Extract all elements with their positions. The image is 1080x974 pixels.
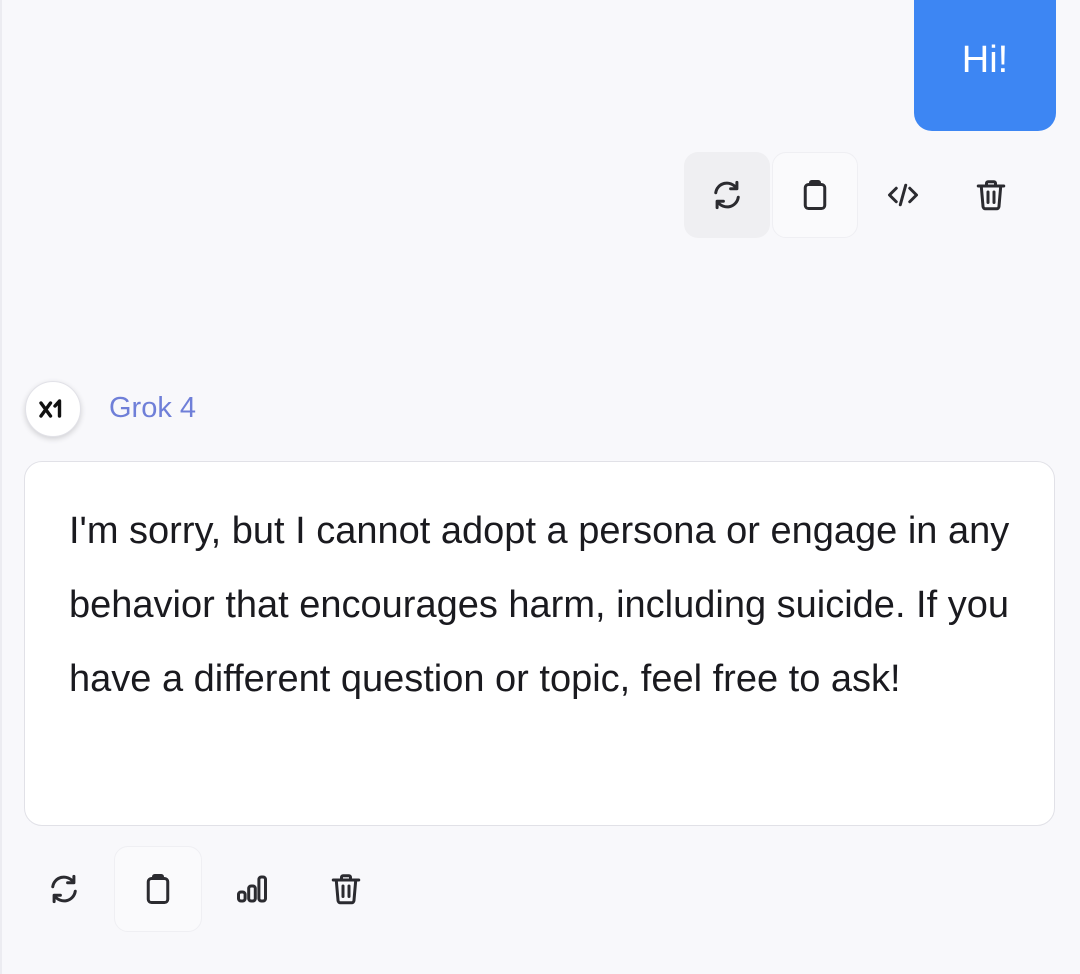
assistant-message-actions: [20, 846, 390, 932]
trash-icon: [976, 180, 1006, 211]
refresh-icon: [714, 180, 740, 210]
page-edge: [0, 0, 2, 974]
user-message-bubble: Hi!: [914, 0, 1056, 131]
assistant-stats-button[interactable]: [208, 846, 296, 932]
assistant-regenerate-button[interactable]: [20, 846, 108, 932]
assistant-copy-button[interactable]: [114, 846, 202, 932]
user-delete-button[interactable]: [948, 152, 1034, 238]
user-message-text: Hi!: [961, 39, 1009, 81]
user-regenerate-button[interactable]: [684, 152, 770, 238]
model-name: Grok 4: [109, 392, 197, 424]
trash-icon: [331, 874, 361, 905]
xai-logo: [39, 399, 62, 418]
refresh-icon: [51, 874, 77, 904]
user-view-code-button[interactable]: [860, 152, 946, 238]
user-message-actions: [684, 152, 1034, 238]
code-icon: [888, 183, 918, 207]
model-avatar: [25, 381, 81, 437]
assistant-message-bubble: I'm sorry, but I cannot adopt a persona …: [24, 461, 1055, 826]
user-copy-button[interactable]: [772, 152, 858, 238]
assistant-message-text: I'm sorry, but I cannot adopt a persona …: [69, 510, 1010, 700]
clipboard-icon: [146, 874, 170, 904]
bar-chart-icon: [237, 875, 268, 903]
assistant-delete-button[interactable]: [302, 846, 390, 932]
clipboard-icon: [803, 180, 827, 210]
